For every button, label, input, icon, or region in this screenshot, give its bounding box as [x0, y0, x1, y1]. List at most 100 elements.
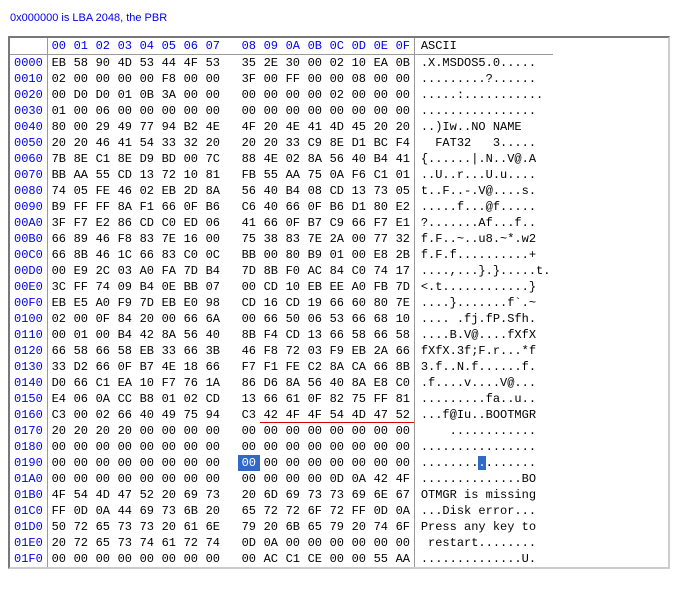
hex-byte[interactable]: 00: [370, 439, 392, 455]
ascii-cell[interactable]: ............: [414, 423, 553, 439]
ascii-cell[interactable]: .... .fj.fP.Sfh.: [414, 311, 553, 327]
hex-byte[interactable]: 06: [202, 215, 224, 231]
hex-byte[interactable]: D0: [47, 375, 70, 391]
hex-byte[interactable]: CE: [304, 551, 326, 567]
ascii-cell[interactable]: .....:...........: [414, 87, 553, 103]
hex-byte[interactable]: 03: [304, 343, 326, 359]
hex-byte[interactable]: F0: [282, 263, 304, 279]
hex-byte[interactable]: 6B: [282, 519, 304, 535]
hex-byte[interactable]: 00: [348, 423, 370, 439]
hex-byte[interactable]: 00: [282, 103, 304, 119]
hex-byte[interactable]: 30: [282, 55, 304, 72]
hex-byte[interactable]: 00: [70, 407, 92, 423]
hex-byte[interactable]: 20: [238, 135, 260, 151]
hex-byte[interactable]: 00: [370, 423, 392, 439]
hex-byte[interactable]: 00: [326, 71, 348, 87]
hex-byte[interactable]: 41: [238, 215, 260, 231]
hex-byte[interactable]: 02: [282, 151, 304, 167]
hex-byte[interactable]: 07: [202, 279, 224, 295]
hex-byte[interactable]: 20: [47, 135, 70, 151]
hex-byte[interactable]: 4F: [238, 119, 260, 135]
hex-byte[interactable]: E8: [370, 375, 392, 391]
hex-byte[interactable]: C9: [326, 215, 348, 231]
hex-byte[interactable]: EB: [47, 295, 70, 311]
hex-byte[interactable]: 00: [370, 535, 392, 551]
hex-byte[interactable]: 66: [392, 343, 415, 359]
hex-byte[interactable]: AA: [392, 551, 415, 567]
hex-byte[interactable]: 00: [136, 103, 158, 119]
hex-byte[interactable]: EE: [326, 279, 348, 295]
hex-byte[interactable]: 20: [114, 423, 136, 439]
hex-byte[interactable]: 61: [180, 519, 202, 535]
hex-byte[interactable]: 45: [348, 119, 370, 135]
hex-byte[interactable]: F8: [114, 231, 136, 247]
hex-byte[interactable]: B9: [304, 247, 326, 263]
hex-byte[interactable]: 74: [47, 183, 70, 199]
hex-byte[interactable]: FE: [282, 359, 304, 375]
hex-byte[interactable]: 73: [136, 519, 158, 535]
hex-byte[interactable]: 73: [158, 503, 180, 519]
hex-byte[interactable]: 74: [370, 519, 392, 535]
hex-byte[interactable]: FF: [70, 199, 92, 215]
hex-byte[interactable]: 72: [326, 503, 348, 519]
hex-byte[interactable]: 00: [282, 455, 304, 471]
hex-byte[interactable]: 00: [158, 439, 180, 455]
hex-byte[interactable]: 00: [348, 535, 370, 551]
hex-byte[interactable]: 00: [304, 535, 326, 551]
hex-byte[interactable]: FB: [370, 279, 392, 295]
hex-byte[interactable]: EB: [158, 183, 180, 199]
hex-byte[interactable]: 00: [70, 439, 92, 455]
hex-byte[interactable]: 58: [70, 343, 92, 359]
hex-byte[interactable]: EB: [47, 55, 70, 72]
ascii-cell[interactable]: {......|.N..V@.A: [414, 151, 553, 167]
hex-byte[interactable]: 66: [282, 199, 304, 215]
hex-byte[interactable]: C0: [158, 215, 180, 231]
hex-byte[interactable]: 00: [238, 423, 260, 439]
hex-byte[interactable]: 00: [238, 311, 260, 327]
hex-byte[interactable]: 00: [392, 439, 415, 455]
hex-byte[interactable]: 00: [348, 231, 370, 247]
hex-byte[interactable]: 56: [326, 151, 348, 167]
hex-byte[interactable]: 01: [70, 327, 92, 343]
hex-byte[interactable]: D1: [348, 135, 370, 151]
hex-byte[interactable]: F6: [348, 167, 370, 183]
hex-byte[interactable]: 4D: [326, 119, 348, 135]
hex-byte[interactable]: CD: [260, 279, 282, 295]
hex-byte[interactable]: 4E: [202, 119, 224, 135]
hex-byte[interactable]: 0D: [238, 535, 260, 551]
hex-byte[interactable]: 7D: [180, 263, 202, 279]
ascii-cell[interactable]: ................: [414, 455, 553, 471]
hex-byte[interactable]: 00: [392, 103, 415, 119]
hex-byte[interactable]: 66: [92, 359, 114, 375]
hex-byte[interactable]: F8: [260, 343, 282, 359]
hex-byte[interactable]: 6F: [392, 519, 415, 535]
hex-byte[interactable]: D0: [92, 87, 114, 103]
hex-byte[interactable]: 66: [114, 407, 136, 423]
hex-byte[interactable]: 00: [114, 103, 136, 119]
hex-byte[interactable]: CD: [238, 295, 260, 311]
hex-byte[interactable]: C0: [348, 263, 370, 279]
hex-byte[interactable]: AC: [260, 551, 282, 567]
hex-byte[interactable]: 00: [180, 151, 202, 167]
ascii-cell[interactable]: ..)Iw..NO NAME: [414, 119, 553, 135]
hex-byte[interactable]: 00: [114, 471, 136, 487]
hex-byte[interactable]: A0: [348, 279, 370, 295]
hex-byte[interactable]: FF: [70, 279, 92, 295]
ascii-cell[interactable]: ?.......Af...f..: [414, 215, 553, 231]
hex-byte[interactable]: 05: [392, 183, 415, 199]
hex-byte[interactable]: 84: [326, 263, 348, 279]
hex-byte[interactable]: 13: [304, 327, 326, 343]
hex-byte[interactable]: 02: [47, 71, 70, 87]
hex-byte[interactable]: 55: [260, 167, 282, 183]
hex-byte[interactable]: E4: [47, 391, 70, 407]
hex-byte[interactable]: 73: [370, 183, 392, 199]
hex-byte[interactable]: 00: [304, 71, 326, 87]
hex-byte[interactable]: 8E: [114, 151, 136, 167]
hex-byte[interactable]: CA: [348, 359, 370, 375]
hex-byte[interactable]: 00: [92, 71, 114, 87]
hex-byte[interactable]: 00: [202, 439, 224, 455]
hex-byte[interactable]: 00: [304, 455, 326, 471]
hex-byte[interactable]: 72: [282, 503, 304, 519]
hex-byte[interactable]: C0: [392, 375, 415, 391]
ascii-cell[interactable]: ................: [414, 103, 553, 119]
